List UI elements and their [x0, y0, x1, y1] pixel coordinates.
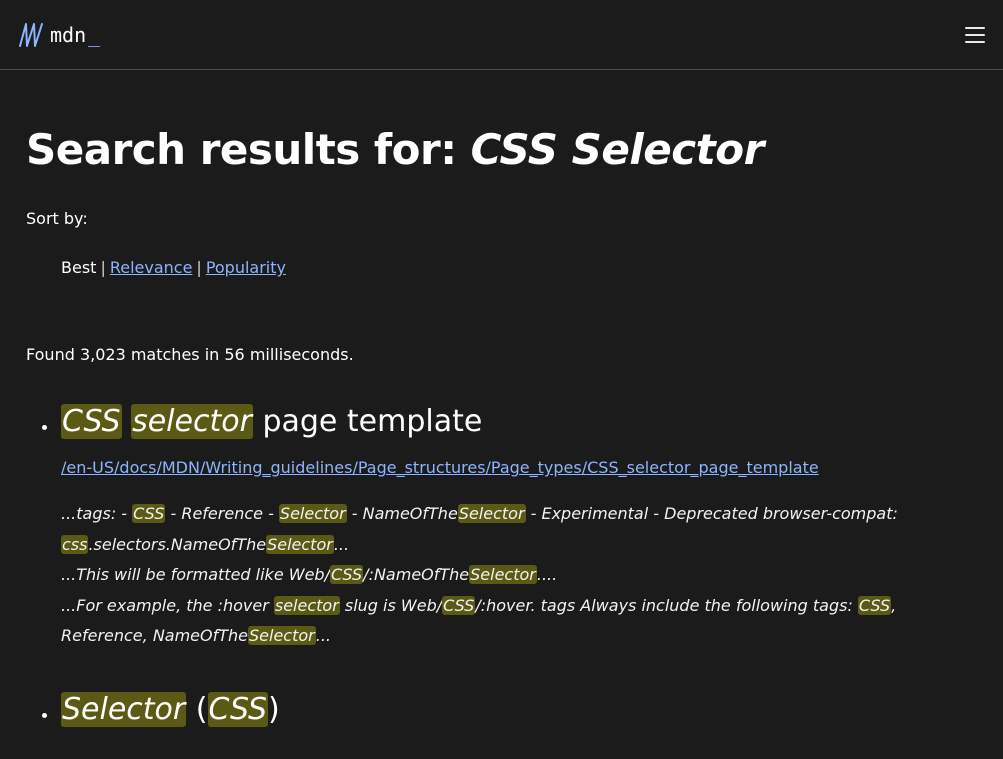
- menu-line: [965, 26, 985, 29]
- sort-options: Best | Relevance | Popularity: [61, 258, 977, 277]
- text-segment: ...This will be formatted like Web/: [61, 565, 330, 585]
- menu-line: [965, 40, 985, 43]
- snippet-line: ...For example, the :hover selector slug…: [61, 591, 977, 622]
- sort-popularity-link[interactable]: Popularity: [206, 258, 286, 277]
- text-segment: ,: [891, 595, 897, 615]
- logo-text: mdn: [50, 22, 87, 47]
- results-list: CSS selector page template/en-US/docs/MD…: [26, 404, 977, 728]
- sort-label: Sort by:: [26, 209, 88, 229]
- hamburger-menu-icon[interactable]: [965, 26, 985, 43]
- snippet-line: ...tags: - CSS - Reference - Selector - …: [61, 499, 977, 530]
- result-snippet: ...tags: - CSS - Reference - Selector - …: [61, 499, 977, 652]
- highlight-term: CSS: [207, 691, 269, 727]
- text-segment: /:NameOfThe: [363, 565, 470, 585]
- text-segment: ....: [536, 565, 558, 585]
- text-segment: ...tags: -: [61, 504, 133, 524]
- title-prefix: Search results for:: [26, 125, 471, 174]
- search-query: CSS Selector: [470, 125, 765, 174]
- text-segment: Reference, NameOfThe: [61, 626, 248, 646]
- top-navigation-bar: mdn _: [0, 0, 1003, 70]
- text-segment: - Reference -: [165, 504, 279, 524]
- text-segment: ...For example, the :hover: [61, 595, 274, 615]
- highlight-term: selector: [273, 595, 340, 615]
- text-segment: ...: [315, 626, 331, 646]
- highlight-term: Selector: [266, 534, 334, 554]
- highlight-term: CSS: [329, 565, 364, 585]
- highlight-term: Selector: [469, 565, 537, 585]
- highlight-term: CSS: [132, 504, 166, 524]
- text-segment: ): [268, 691, 280, 727]
- result-title: CSS selector page template: [61, 404, 977, 440]
- text-segment: [122, 404, 132, 439]
- text-segment: - NameOfThe: [346, 504, 458, 524]
- sort-separator: |: [100, 258, 106, 278]
- highlight-term: Selector: [248, 626, 316, 646]
- text-segment: /:hover. tags Always include the followi…: [475, 595, 858, 615]
- sort-current: Best: [61, 258, 97, 278]
- highlight-term: selector: [131, 404, 253, 440]
- highlight-term: Selector: [278, 504, 347, 524]
- text-segment: - Experimental - Deprecated browser-comp…: [525, 504, 898, 524]
- sort-relevance-link[interactable]: Relevance: [110, 258, 193, 277]
- snippet-line: ...This will be formatted like Web/CSS/:…: [61, 560, 977, 591]
- sort-separator: |: [196, 258, 202, 278]
- mdn-logo-icon: [18, 22, 44, 48]
- highlight-term: Selector: [61, 691, 187, 727]
- results-summary: Found 3,023 matches in 56 milliseconds.: [26, 345, 354, 365]
- text-segment: page template: [252, 404, 483, 440]
- bullet-icon: [42, 712, 47, 718]
- highlight-term: Selector: [457, 504, 526, 524]
- logo-cursor: _: [88, 22, 101, 47]
- result-url-link[interactable]: /en-US/docs/MDN/Writing_guidelines/Page_…: [61, 458, 977, 477]
- search-result-item: CSS selector page template/en-US/docs/MD…: [26, 404, 977, 652]
- menu-line: [965, 33, 985, 36]
- highlight-term: CSS: [857, 595, 892, 615]
- search-results-main: Search results for: CSS Selector Sort by…: [0, 125, 1003, 728]
- text-segment: (: [186, 691, 208, 727]
- page-title: Search results for: CSS Selector: [26, 125, 977, 175]
- result-title: Selector (CSS): [61, 691, 977, 728]
- highlight-term: CSS: [442, 595, 476, 615]
- highlight-term: CSS: [61, 404, 122, 440]
- snippet-line: css.selectors.NameOfTheSelector...: [61, 530, 977, 561]
- text-segment: slug is Web/: [339, 595, 443, 615]
- mdn-logo-link[interactable]: mdn _: [18, 22, 100, 48]
- highlight-term: css: [61, 534, 89, 554]
- search-result-item: Selector (CSS): [26, 691, 977, 728]
- text-segment: ...: [333, 534, 350, 554]
- bullet-icon: [42, 425, 47, 431]
- snippet-line: Reference, NameOfTheSelector...: [61, 621, 977, 652]
- text-segment: .selectors.NameOfThe: [88, 534, 267, 554]
